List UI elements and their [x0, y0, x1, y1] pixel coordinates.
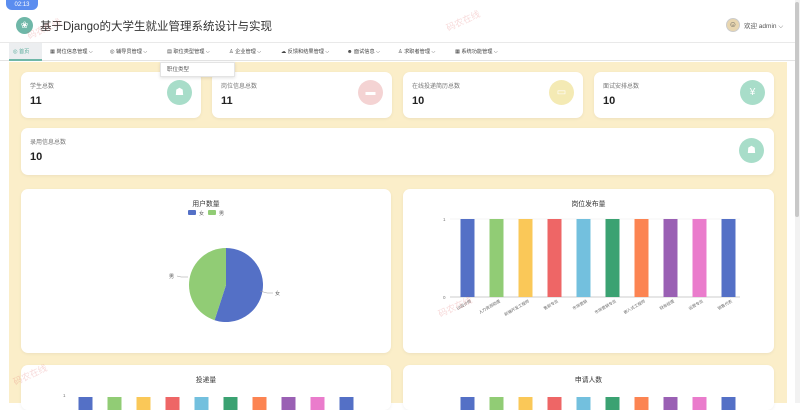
stat-value: 11: [30, 95, 42, 107]
bar[interactable]: [576, 397, 591, 410]
stat-label: 在线投递简历总数: [412, 84, 461, 90]
x-tick-label: 市场营销专员: [593, 298, 617, 315]
stat-card-resumes: 在线投递简历总数 10 ▭: [403, 72, 583, 118]
top-bar: ❀ 基于Django的大学生就业管理系统设计与实现 ☺ 欢迎 admin ⌵: [0, 0, 796, 43]
applicants-chart: [460, 397, 736, 410]
x-tick-label: 嵌入式工程师: [622, 298, 646, 315]
stat-value: 10: [603, 95, 616, 107]
main-nav: ◎ 首页 ▦ 岗位信息管理 ⌵ ◎ 辅导员管理 ⌵ ▤ 职位类型管理 ⌵ ♙ 企…: [0, 43, 796, 61]
x-tick-label: 市场营销: [571, 298, 588, 311]
bar[interactable]: [721, 219, 736, 297]
applicants-panel: 申请人数: [403, 365, 774, 410]
pie-chart: 女 男 男 女: [169, 210, 280, 322]
y-tick-1: 1: [63, 393, 66, 398]
nav-company[interactable]: ♙ 企业管理 ⌵: [229, 43, 261, 61]
bar[interactable]: [605, 397, 620, 410]
nav-counselor[interactable]: ◎ 辅导员管理 ⌵: [110, 43, 147, 61]
bar[interactable]: [281, 397, 296, 410]
bar[interactable]: [252, 397, 267, 410]
stat-card-hired: 录用信息总数 10 ☗: [21, 128, 774, 175]
bar[interactable]: [107, 397, 122, 410]
bar[interactable]: [460, 397, 475, 410]
bar[interactable]: [460, 219, 475, 297]
user-menu[interactable]: ☺ 欢迎 admin ⌵: [726, 18, 783, 32]
y-tick-0: 0: [443, 295, 446, 300]
stat-card-students: 学生总数 11 ☗: [21, 72, 201, 118]
bar[interactable]: [489, 219, 504, 297]
job-publish-panel: 岗位发布量 1 0 UI设计师 人力资源助理 前端开发工程师 售前专员 市场营销 市场营销…: [403, 189, 774, 353]
bar[interactable]: [310, 397, 325, 410]
x-tick-label: 销售代表: [716, 298, 733, 311]
briefcase-icon: ▬: [358, 80, 383, 105]
nav-job-type[interactable]: ▤ 职位类型管理 ⌵: [167, 43, 210, 61]
bar[interactable]: [634, 397, 649, 410]
bar[interactable]: [663, 219, 678, 297]
people-icon: ☗: [739, 138, 764, 163]
nav-system[interactable]: ▦ 系统功能管理 ⌵: [455, 43, 498, 61]
stat-label: 岗位信息总数: [221, 84, 258, 90]
nav-job-info[interactable]: ▦ 岗位信息管理 ⌵: [50, 43, 93, 61]
bar[interactable]: [518, 397, 533, 410]
nav-interview[interactable]: ☻ 面试信息 ⌵: [347, 43, 380, 61]
bar[interactable]: [136, 397, 151, 410]
dropdown-item-job-type[interactable]: 职位类型: [160, 62, 235, 77]
pie-label-male: 男: [169, 274, 174, 280]
stat-label: 录用信息总数: [30, 140, 67, 146]
bar[interactable]: [576, 219, 591, 297]
stat-card-interviews: 面试安排总数 10 ¥: [594, 72, 774, 118]
bar[interactable]: [692, 397, 707, 410]
scrollbar-thumb[interactable]: [795, 2, 799, 217]
user-label: 欢迎 admin ⌵: [744, 22, 784, 30]
bar[interactable]: [194, 397, 209, 410]
bar[interactable]: [721, 397, 736, 410]
x-tick-label: 财务经理: [658, 298, 675, 311]
bar[interactable]: [339, 397, 354, 410]
x-tick-label: 运营专员: [687, 298, 704, 311]
bar[interactable]: [165, 397, 180, 410]
bar[interactable]: [489, 397, 504, 410]
bar[interactable]: [547, 219, 562, 297]
stat-label: 面试安排总数: [603, 84, 640, 90]
people-icon: ☗: [167, 80, 192, 105]
legend-swatch-male: [208, 210, 216, 215]
bar[interactable]: [634, 219, 649, 297]
y-tick-1: 1: [443, 217, 446, 222]
stat-value: 11: [221, 95, 233, 107]
stat-card-jobs: 岗位信息总数 11 ▬: [212, 72, 392, 118]
legend-swatch-female: [188, 210, 196, 215]
nav-jobseeker[interactable]: ♙ 求职者管理 ⌵: [398, 43, 435, 61]
x-tick-label: 前端开发工程师: [503, 298, 530, 317]
stat-label: 学生总数: [30, 84, 55, 90]
bar[interactable]: [518, 219, 533, 297]
dashboard-area: 学生总数 11 ☗ 岗位信息总数 11 ▬ 在线投递简历总数 10 ▭ 面试安排…: [9, 62, 787, 410]
stat-value: 10: [30, 151, 43, 163]
yen-icon: ¥: [740, 80, 765, 105]
clock-badge: 02:13: [6, 0, 38, 10]
resume-icon: ▭: [549, 80, 574, 105]
bar[interactable]: [547, 397, 562, 410]
pie-label-female: 女: [275, 290, 280, 297]
nav-home[interactable]: ◎ 首页: [9, 43, 42, 61]
legend-label-female: 女: [199, 210, 204, 217]
bar[interactable]: [223, 397, 238, 410]
pie-leader-male: [176, 275, 188, 278]
bar[interactable]: [605, 219, 620, 297]
x-tick-label: 人力资源助理: [477, 298, 501, 315]
stat-value: 10: [412, 95, 425, 107]
x-tick-label: 售前专员: [542, 298, 559, 311]
nav-feedback[interactable]: ☁ 反馈和结果管理 ⌵: [281, 43, 329, 61]
delivery-chart: 1: [63, 393, 354, 410]
legend-label-male: 男: [219, 211, 224, 217]
user-count-panel: 用户数量 女 男 男 女: [21, 189, 391, 353]
bar[interactable]: [692, 219, 707, 297]
avatar: ☺: [726, 18, 740, 32]
bar[interactable]: [78, 397, 93, 410]
bar-chart: 1 0 UI设计师 人力资源助理 前端开发工程师 售前专员 市场营销 市场营销专员 嵌入式工…: [443, 217, 740, 317]
bar[interactable]: [663, 397, 678, 410]
page-title: 基于Django的大学生就业管理系统设计与实现: [40, 21, 272, 33]
delivery-panel: 投递量 1: [21, 365, 391, 410]
